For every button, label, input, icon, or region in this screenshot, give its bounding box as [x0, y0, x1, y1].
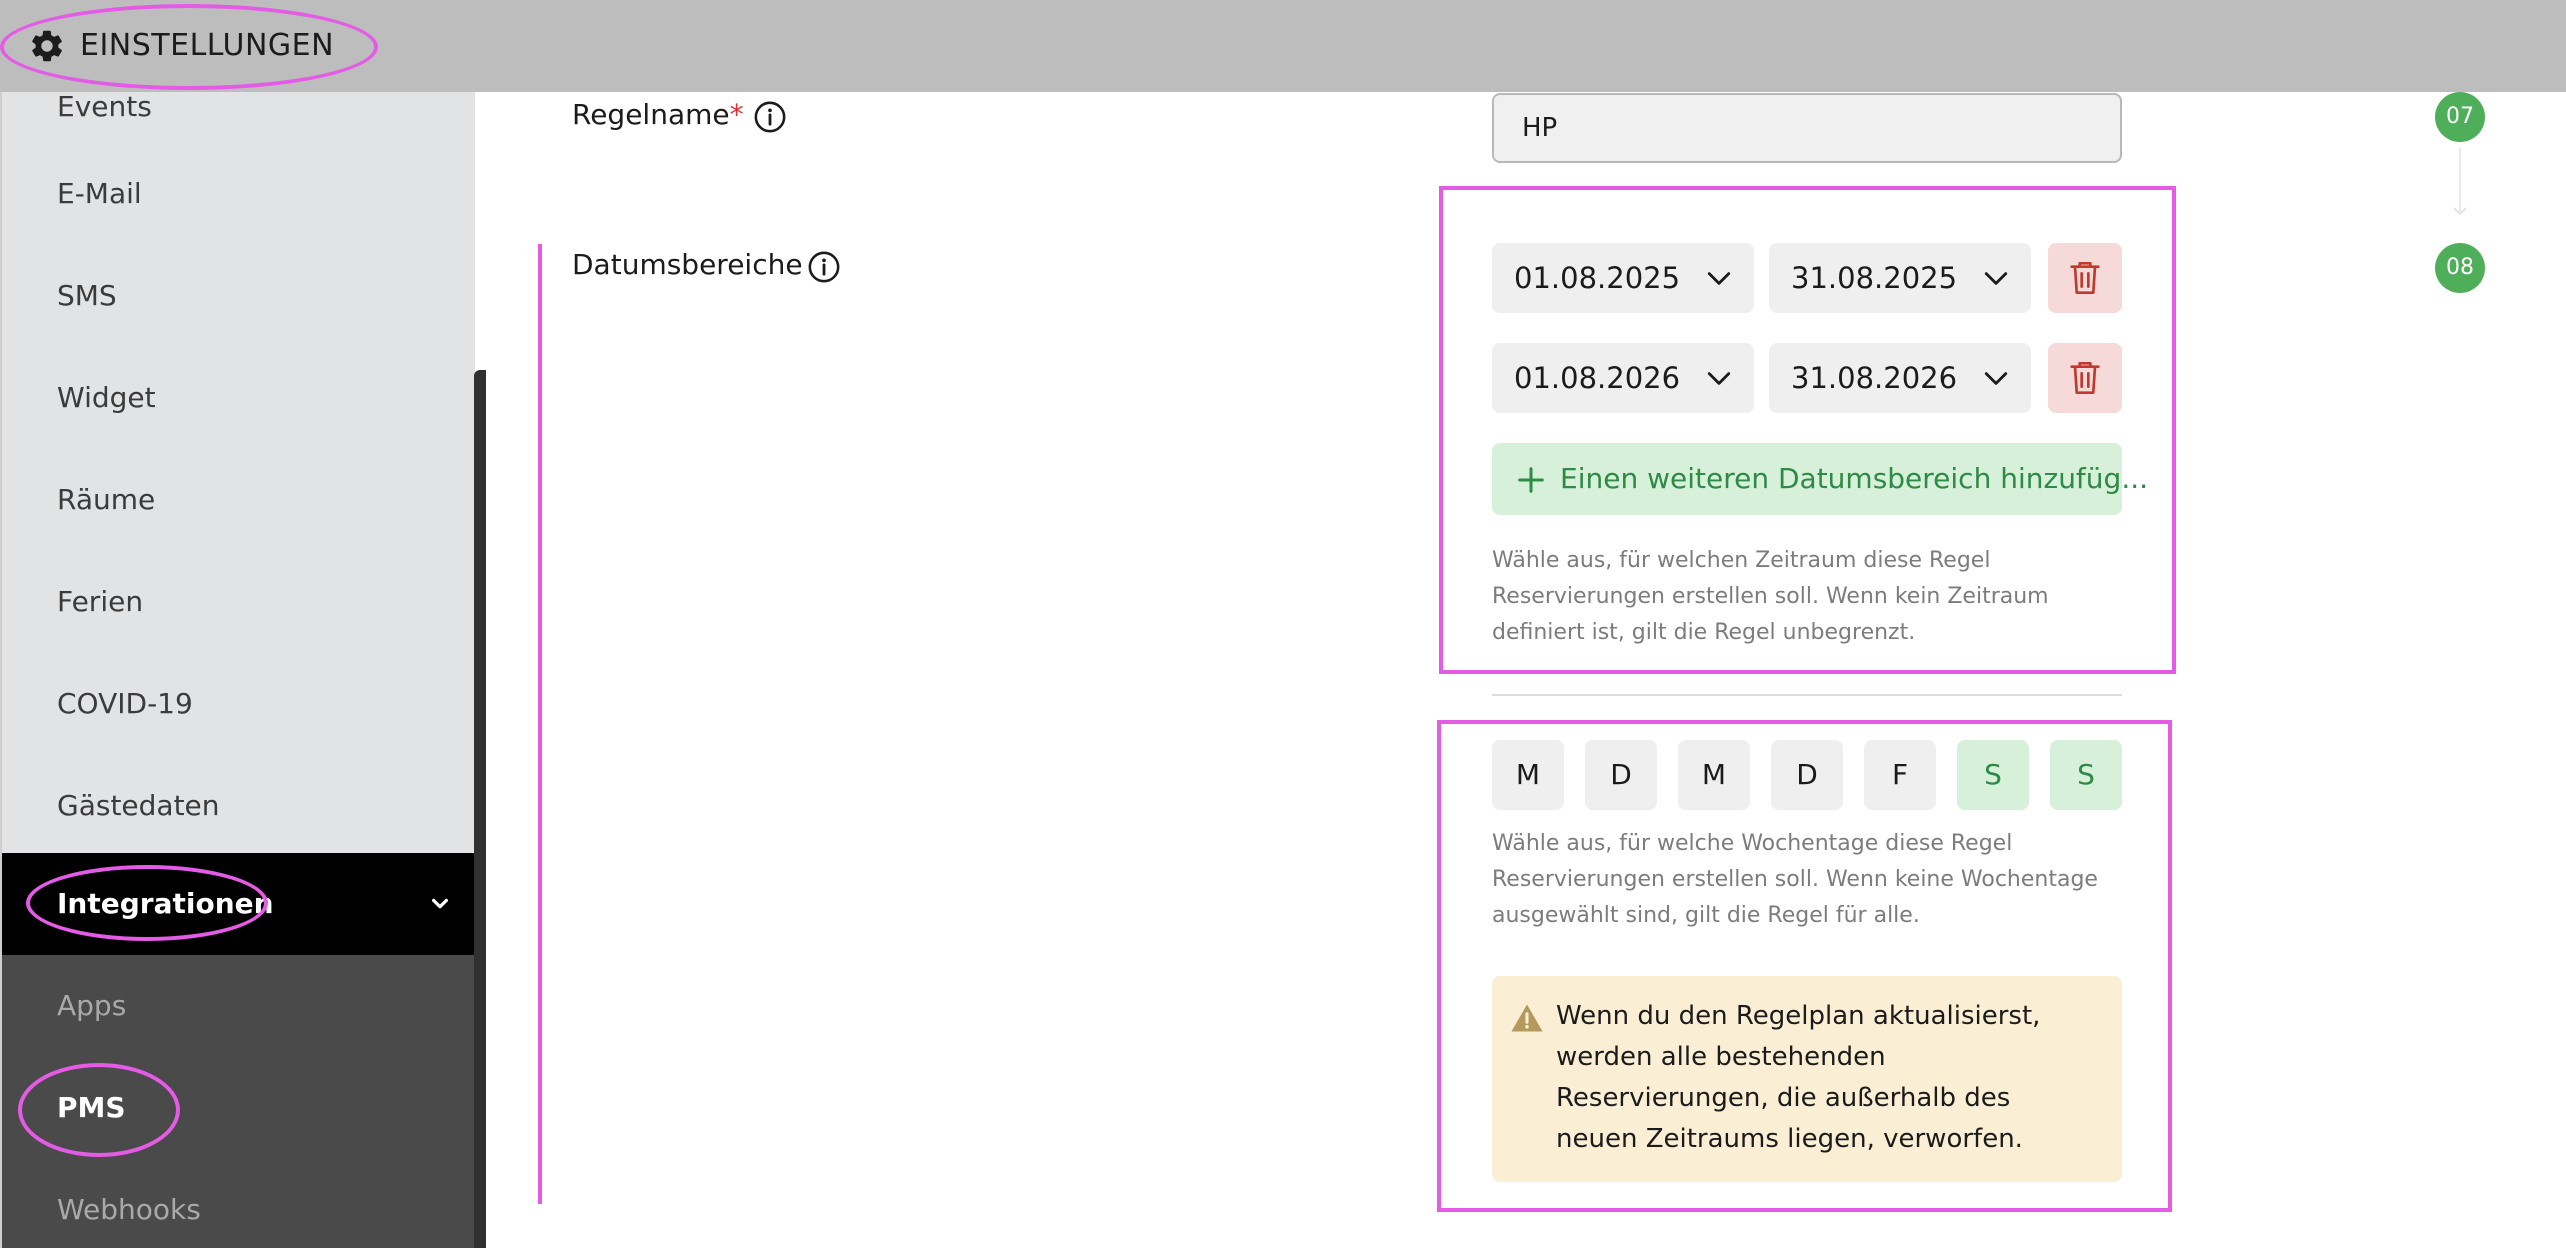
info-icon[interactable] [753, 100, 787, 134]
weekday-thursday[interactable]: D [1771, 740, 1843, 810]
date-ranges-help: Wähle aus, für welchen Zeitraum diese Re… [1492, 548, 2049, 645]
sidebar-item-widget[interactable]: Widget [2, 347, 475, 449]
weekday-saturday[interactable]: S [1957, 740, 2029, 810]
step-badge: 08 [2435, 243, 2485, 293]
sidebar-item-label: Ferien [57, 585, 144, 618]
chevron-down-icon [1707, 272, 1731, 285]
sidebar-item-label: Integrationen [57, 887, 274, 920]
weekday-sunday[interactable]: S [2050, 740, 2122, 810]
chevron-down-icon [1984, 272, 2008, 285]
sidebar-item-email[interactable]: E-Mail [2, 143, 475, 245]
step-connector [2459, 148, 2461, 212]
sidebar-item-ferien[interactable]: Ferien [2, 551, 475, 653]
date-from-select[interactable]: 01.08.2026 [1492, 343, 1754, 413]
sidebar-subitem-webhooks[interactable]: Webhooks [2, 1159, 475, 1248]
chevron-down-icon [2453, 207, 2467, 216]
sidebar-item-label: Apps [57, 989, 127, 1022]
trash-icon [2070, 362, 2100, 394]
sidebar-item-label: Events [57, 92, 152, 123]
rule-name-label: Regelname* [572, 95, 744, 135]
page-title: EINSTELLUNGEN [80, 28, 335, 63]
date-to-select[interactable]: 31.08.2026 [1769, 343, 2031, 413]
date-from-value: 01.08.2026 [1514, 361, 1681, 395]
date-from-value: 01.08.2025 [1514, 261, 1681, 295]
chevron-down-icon [1984, 372, 2008, 385]
sidebar-subitem-pms[interactable]: PMS [2, 1057, 475, 1159]
sidebar-item-sms[interactable]: SMS [2, 245, 475, 347]
weekday-friday[interactable]: F [1864, 740, 1936, 810]
rule-name-input[interactable] [1492, 93, 2122, 163]
sidebar-scrollbar[interactable] [474, 370, 486, 1248]
weekday-monday[interactable]: M [1492, 740, 1564, 810]
info-icon[interactable] [807, 250, 841, 284]
chevron-down-icon [1707, 372, 1731, 385]
sidebar-item-label: SMS [57, 279, 117, 312]
sidebar-item-gaestedaten[interactable]: Gästedaten [2, 755, 475, 857]
chevron-down-icon [431, 898, 449, 909]
gear-icon [32, 30, 62, 62]
warning-banner: Wenn du den Regelplan aktualisierst, wer… [1492, 976, 2122, 1182]
step-badge: 07 [2435, 92, 2485, 142]
sidebar-item-label: COVID-19 [57, 687, 193, 720]
delete-range-button[interactable] [2048, 243, 2122, 313]
weekday-tuesday[interactable]: D [1585, 740, 1657, 810]
sidebar-item-label: Gästedaten [57, 789, 220, 822]
plus-icon [1518, 467, 1544, 493]
add-date-range-button[interactable]: Einen weiteren Datumsbereich hinzufüg... [1492, 443, 2148, 515]
sidebar-item-label: E-Mail [57, 177, 142, 210]
sidebar-item-label: Widget [57, 381, 156, 414]
highlight-line [538, 244, 542, 1204]
sidebar: Events E-Mail SMS Widget Räume Ferien CO… [0, 92, 475, 1248]
weekday-wednesday[interactable]: M [1678, 740, 1750, 810]
sidebar-item-integrationen[interactable]: Integrationen [2, 853, 475, 955]
sidebar-item-label: Webhooks [57, 1193, 201, 1226]
divider [1492, 694, 2122, 696]
top-bar: EINSTELLUNGEN [0, 0, 2566, 92]
date-to-select[interactable]: 31.08.2025 [1769, 243, 2031, 313]
warning-text: Wenn du den Regelplan aktualisierst, wer… [1556, 1001, 2041, 1154]
add-date-range-label: Einen weiteren Datumsbereich hinzufüg... [1560, 462, 2149, 495]
date-ranges-label: Datumsbereiche [572, 248, 803, 281]
weekdays-help: Wähle aus, für welche Wochentage diese R… [1492, 831, 2098, 928]
sidebar-submenu: Apps PMS Webhooks [2, 955, 475, 1248]
required-marker: * [729, 98, 744, 131]
rule-name-label-text: Regelname [572, 98, 730, 131]
date-from-select[interactable]: 01.08.2025 [1492, 243, 1754, 313]
date-to-value: 31.08.2026 [1791, 361, 1958, 395]
trash-icon [2070, 262, 2100, 294]
warning-icon [1511, 1004, 1543, 1032]
date-to-value: 31.08.2025 [1791, 261, 1958, 295]
sidebar-item-label: Räume [57, 483, 156, 516]
sidebar-item-label: PMS [57, 1091, 126, 1124]
sidebar-item-raeume[interactable]: Räume [2, 449, 475, 551]
delete-range-button[interactable] [2048, 343, 2122, 413]
sidebar-subitem-apps[interactable]: Apps [2, 955, 475, 1057]
sidebar-item-covid[interactable]: COVID-19 [2, 653, 475, 755]
